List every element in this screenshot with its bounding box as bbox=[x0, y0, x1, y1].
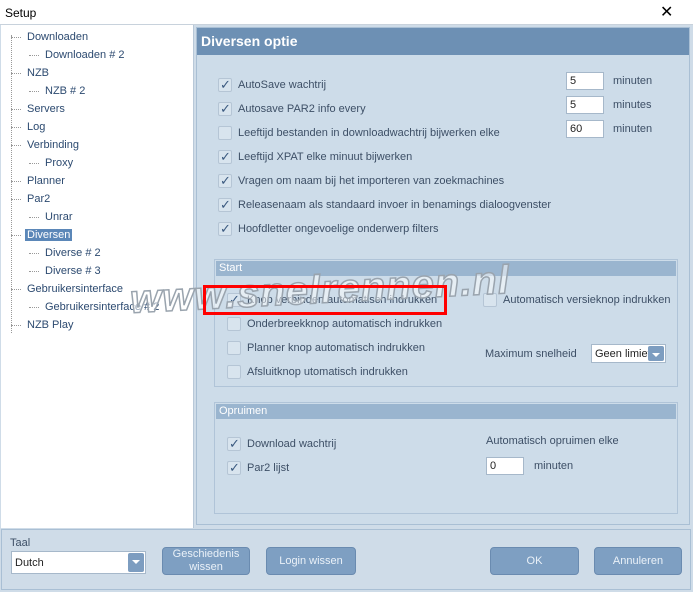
tree-item-gebruikersinterface-2[interactable]: Gebruikersinterface # 2 bbox=[45, 301, 159, 313]
tree-connector bbox=[29, 55, 39, 56]
tree-connector bbox=[11, 37, 21, 38]
tree-item-proxy[interactable]: Proxy bbox=[45, 157, 73, 169]
tree-connector bbox=[29, 217, 39, 218]
tree-item-unrar[interactable]: Unrar bbox=[45, 211, 73, 223]
cancel-button[interactable]: Annuleren bbox=[594, 547, 682, 575]
start-checkbox[interactable] bbox=[227, 341, 241, 355]
tree-connector bbox=[29, 163, 39, 164]
cleanup-checkbox[interactable] bbox=[227, 436, 241, 452]
speed-label: Maximum snelheid bbox=[485, 348, 577, 360]
cleanup-checkbox[interactable] bbox=[227, 460, 241, 476]
option-input[interactable]: 60 bbox=[566, 120, 604, 138]
clear-history-button[interactable]: Geschiedenis wissen bbox=[162, 547, 250, 575]
tree-item-diverse-3[interactable]: Diverse # 3 bbox=[45, 265, 101, 277]
tree-item-nzb-play[interactable]: NZB Play bbox=[27, 319, 73, 331]
window-title: Setup bbox=[5, 6, 37, 20]
version-label: Automatisch versieknop indrukken bbox=[503, 294, 671, 306]
tree-connector bbox=[29, 91, 39, 92]
language-label: Taal bbox=[10, 537, 31, 549]
start-label: Afsluitknop utomatisch indrukken bbox=[247, 366, 408, 378]
tree-connector bbox=[11, 325, 21, 326]
start-label: Onderbreekknop automatisch indrukken bbox=[247, 318, 443, 330]
tree-connector bbox=[29, 253, 39, 254]
auto-cleanup-unit: minuten bbox=[534, 460, 574, 472]
bottom-bar: Taal Dutch Geschiedenis wissen Login wis… bbox=[1, 529, 691, 590]
tree-connector bbox=[11, 145, 21, 146]
option-checkbox[interactable] bbox=[218, 126, 232, 140]
option-label: Leeftijd bestanden in downloadwachtrij b… bbox=[238, 127, 500, 139]
panel-title: Diversen optie bbox=[197, 28, 689, 55]
tree-item-nzb[interactable]: NZB bbox=[27, 67, 49, 79]
option-label: Vragen om naam bij het importeren van zo… bbox=[238, 175, 505, 187]
option-input[interactable]: 5 bbox=[566, 96, 604, 114]
speed-value: Geen limiet bbox=[595, 348, 651, 360]
options-panel: Diversen optie Start Automatisch versiek… bbox=[196, 27, 690, 525]
tree-item-verbinding[interactable]: Verbinding bbox=[27, 139, 79, 151]
ok-button[interactable]: OK bbox=[490, 547, 579, 575]
start-group-title: Start bbox=[216, 261, 676, 276]
close-icon[interactable]: ✕ bbox=[660, 2, 673, 22]
tree-item-servers[interactable]: Servers bbox=[27, 103, 65, 115]
tree-item-nzb-2[interactable]: NZB # 2 bbox=[45, 85, 85, 97]
option-unit: minutes bbox=[613, 99, 652, 111]
tree-item-planner[interactable]: Planner bbox=[27, 175, 65, 187]
tree-item-gebruikersinterface[interactable]: Gebruikersinterface bbox=[27, 283, 123, 295]
clear-login-button[interactable]: Login wissen bbox=[266, 547, 356, 575]
chevron-down-icon bbox=[648, 346, 664, 361]
version-checkbox[interactable] bbox=[483, 293, 497, 307]
start-checkbox[interactable] bbox=[227, 365, 241, 379]
tree-item-diversen[interactable]: Diversen bbox=[25, 229, 73, 241]
auto-cleanup-input[interactable]: 0 bbox=[486, 457, 524, 475]
tree-connector bbox=[11, 127, 21, 128]
option-unit: minuten bbox=[613, 123, 653, 135]
cleanup-group: Opruimen bbox=[214, 402, 678, 514]
cleanup-label: Par2 lijst bbox=[247, 462, 290, 474]
tree-item-diverse-2[interactable]: Diverse # 2 bbox=[45, 247, 101, 259]
tree-item-log[interactable]: Log bbox=[27, 121, 45, 133]
tree-connector bbox=[11, 73, 21, 74]
option-label: AutoSave wachtrij bbox=[238, 79, 327, 91]
speed-select[interactable]: Geen limiet bbox=[591, 344, 666, 363]
tree-connector bbox=[11, 109, 21, 110]
language-value: Dutch bbox=[15, 557, 44, 569]
title-bar: Setup ✕ bbox=[0, 0, 693, 25]
tree-connector bbox=[11, 235, 21, 236]
tree-item-downloaden[interactable]: Downloaden bbox=[27, 31, 88, 43]
tree-connector bbox=[11, 181, 21, 182]
tree-item-downloaden-2[interactable]: Downloaden # 2 bbox=[45, 49, 125, 61]
auto-cleanup-label: Automatisch opruimen elke bbox=[486, 435, 619, 447]
settings-tree: Downloaden Downloaden # 2 NZB NZB # 2 Server… bbox=[1, 25, 194, 528]
language-select[interactable]: Dutch bbox=[11, 551, 146, 574]
chevron-down-icon bbox=[128, 553, 144, 572]
tree-line bbox=[11, 35, 12, 333]
tree-connector bbox=[11, 289, 21, 290]
tree-connector bbox=[29, 307, 39, 308]
tree-connector bbox=[29, 271, 39, 272]
option-checkbox[interactable] bbox=[218, 197, 232, 213]
option-checkbox[interactable] bbox=[218, 77, 232, 93]
option-checkbox[interactable] bbox=[218, 149, 232, 165]
tree-item-par2[interactable]: Par2 bbox=[27, 193, 50, 205]
option-unit: minuten bbox=[613, 75, 653, 87]
option-label: Hoofdletter ongevoelige onderwerp filter… bbox=[238, 223, 439, 235]
highlight-box bbox=[203, 285, 447, 315]
option-input[interactable]: 5 bbox=[566, 72, 604, 90]
option-label: Leeftijd XPAT elke minuut bijwerken bbox=[238, 151, 413, 163]
cleanup-label: Download wachtrij bbox=[247, 438, 337, 450]
option-checkbox[interactable] bbox=[218, 221, 232, 237]
cleanup-group-title: Opruimen bbox=[216, 404, 676, 419]
option-checkbox[interactable] bbox=[218, 101, 232, 117]
tree-connector bbox=[11, 199, 21, 200]
start-label: Planner knop automatisch indrukken bbox=[247, 342, 425, 354]
option-label: Releasenaam als standaard invoer in bena… bbox=[238, 199, 552, 211]
option-label: Autosave PAR2 info every bbox=[238, 103, 366, 115]
option-checkbox[interactable] bbox=[218, 173, 232, 189]
start-checkbox[interactable] bbox=[227, 317, 241, 331]
